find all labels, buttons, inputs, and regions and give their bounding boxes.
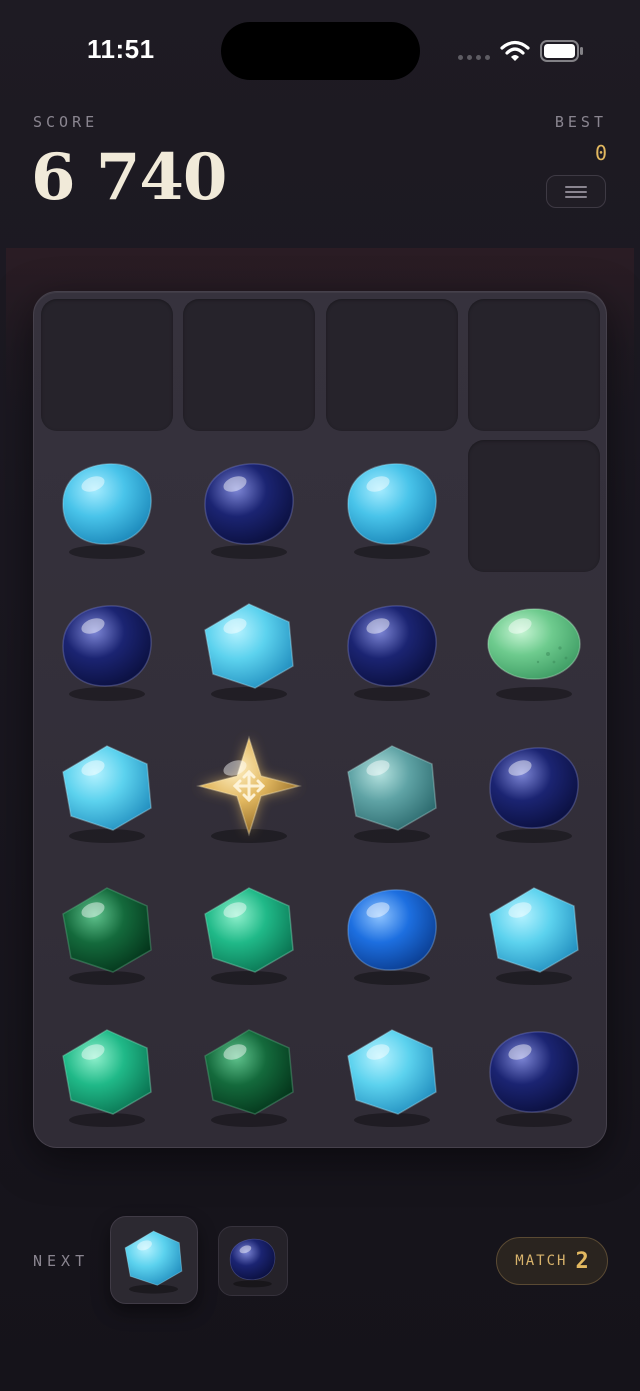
board-cell-empty[interactable] xyxy=(468,298,600,431)
board-cell[interactable] xyxy=(41,1008,173,1140)
navy-blob-gem xyxy=(489,747,579,844)
dark-green-hexagon-gem xyxy=(204,1029,294,1127)
status-bar: 11:51 xyxy=(0,0,640,100)
best-value: 0 xyxy=(594,141,607,165)
next-piece-slot-queued xyxy=(218,1226,288,1296)
board-cell[interactable] xyxy=(183,582,315,714)
sky-blue-hexagon-gem xyxy=(204,603,294,702)
board-cell[interactable] xyxy=(326,440,458,572)
sky-blue-hexagon-gem xyxy=(346,1029,437,1127)
navy-blob-gem xyxy=(489,1031,579,1127)
status-time: 11:51 xyxy=(87,34,155,64)
dark-green-hexagon-gem xyxy=(61,887,152,986)
navy-blob-gem xyxy=(229,1238,276,1288)
board-cell[interactable] xyxy=(468,582,600,714)
board-cell[interactable] xyxy=(183,440,315,572)
emerald-hexagon-gem xyxy=(204,887,294,986)
board-cell[interactable] xyxy=(41,440,173,572)
board-cell-empty[interactable] xyxy=(183,298,315,431)
board-cell[interactable] xyxy=(41,866,173,998)
match-indicator: MATCH 2 xyxy=(496,1237,608,1285)
score-value: 6 740 xyxy=(31,140,227,215)
hamburger-menu-icon xyxy=(565,186,587,198)
dynamic-island xyxy=(221,22,420,80)
navy-blob-gem xyxy=(204,463,294,560)
board-cell[interactable] xyxy=(183,1008,315,1140)
cellular-signal-icon xyxy=(458,55,490,60)
board-cell-empty[interactable] xyxy=(468,440,600,573)
board-cell[interactable] xyxy=(326,724,458,856)
next-label: NEXT xyxy=(33,1252,90,1270)
board-cell-empty[interactable] xyxy=(40,298,173,431)
board-cell[interactable] xyxy=(183,866,315,998)
score-label: SCORE xyxy=(33,113,99,131)
teal-hexagon-gem xyxy=(346,745,437,844)
menu-button[interactable] xyxy=(546,175,606,208)
board-cell[interactable] xyxy=(468,724,600,856)
wifi-icon xyxy=(500,40,530,61)
sky-blue-hexagon-gem xyxy=(124,1230,183,1294)
battery-icon xyxy=(540,40,583,62)
sky-blue-hexagon-gem xyxy=(489,887,579,986)
sky-blue-blob-gem xyxy=(61,463,152,560)
mint-green-egg-gem xyxy=(487,608,581,702)
navy-blob-gem xyxy=(61,605,152,702)
best-label: BEST xyxy=(554,113,607,131)
gold-star-wildcard-gem xyxy=(196,735,302,844)
board-cell[interactable] xyxy=(183,724,315,856)
board-cell[interactable] xyxy=(41,582,173,714)
board-cell[interactable] xyxy=(326,1008,458,1140)
match-value: 2 xyxy=(575,1248,589,1274)
board-cell-empty[interactable] xyxy=(325,298,458,431)
board-cell[interactable] xyxy=(326,866,458,998)
board-cell[interactable] xyxy=(326,582,458,714)
board-cell[interactable] xyxy=(468,1008,600,1140)
cobalt-blue-blob-gem xyxy=(346,889,437,986)
board-cell[interactable] xyxy=(468,866,600,998)
navy-blob-gem xyxy=(346,605,437,702)
emerald-hexagon-gem xyxy=(61,1029,152,1127)
next-piece-slot xyxy=(110,1216,198,1304)
sky-blue-hexagon-gem xyxy=(61,745,152,844)
game-board xyxy=(33,291,607,1148)
sky-blue-blob-gem xyxy=(346,463,437,560)
board-cell[interactable] xyxy=(41,724,173,856)
match-label: MATCH xyxy=(515,1253,568,1269)
